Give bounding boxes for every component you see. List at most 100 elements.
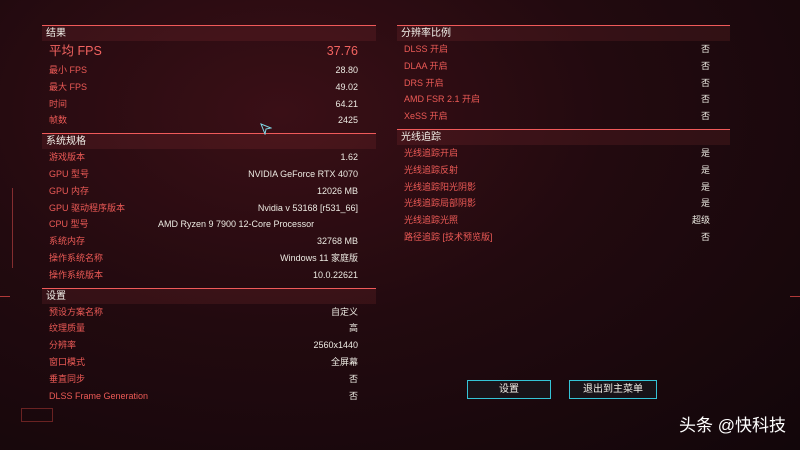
resolution-scaling-label: DLAA 开启 xyxy=(404,60,448,71)
resolution-scaling-label: XeSS 开启 xyxy=(404,111,448,122)
system-value: 32768 MB xyxy=(316,236,358,247)
resolution-scaling-value: 否 xyxy=(700,77,710,88)
settings-label: 分辨率 xyxy=(49,340,77,351)
resolution-scaling-row: AMD FSR 2.1 开启 否 xyxy=(397,91,730,108)
avg-fps-value: 37.76 xyxy=(326,44,358,58)
resolution-scaling-value: 否 xyxy=(700,44,710,54)
avg-fps-label: 平均 FPS xyxy=(49,44,102,58)
results-row: 最小 FPS 28.80 xyxy=(42,62,376,79)
settings-value: 自定义 xyxy=(330,306,358,317)
avg-fps-row: 平均 FPS 37.76 xyxy=(42,41,376,62)
settings-header: 设置 xyxy=(42,287,376,304)
resolution-scaling-value: 否 xyxy=(700,94,710,105)
ray-tracing-value: 否 xyxy=(700,231,710,242)
system-label: 操作系统版本 xyxy=(49,269,104,280)
ray-tracing-value: 是 xyxy=(700,164,710,175)
settings-row: 分辨率 2560x1440 xyxy=(42,337,376,354)
results-label: 最大 FPS xyxy=(49,81,88,92)
settings-value: 全屏幕 xyxy=(330,356,358,367)
resolution-scaling-value: 否 xyxy=(700,111,710,122)
ray-tracing-value: 是 xyxy=(700,198,710,209)
results-value: 2425 xyxy=(337,115,358,126)
system-row: 操作系统版本 10.0.22621 xyxy=(42,267,376,284)
system-label: CPU 型号 xyxy=(49,219,89,230)
system-list: 游戏版本 1.62 GPU 型号 NVIDIA GeForce RTX 4070 GPU… xyxy=(42,149,376,283)
results-row: 帧数 2425 xyxy=(42,112,376,129)
results-value: 49.02 xyxy=(335,81,358,92)
resolution-scaling-label: DRS 开启 xyxy=(404,77,444,88)
ray-tracing-label: 光线追踪局部阴影 xyxy=(404,198,477,209)
system-row: CPU 型号 AMD Ryzen 9 7900 12-Core Processor xyxy=(42,216,376,233)
system-row: 系统内存 32768 MB xyxy=(42,233,376,250)
results-value: 64.21 xyxy=(335,98,358,109)
resolution-scaling-row: DLSS 开启 否 xyxy=(397,41,730,58)
results-label: 帧数 xyxy=(49,115,68,126)
system-row: 游戏版本 1.62 xyxy=(42,149,376,166)
right-panel: 分辨率比例 DLSS 开启否 DLAA 开启否 DRS 开启否 AMD FSR 2.1… xyxy=(397,25,730,246)
settings-button[interactable]: 设置 xyxy=(467,380,551,399)
settings-label: DLSS Frame Generation xyxy=(49,390,149,401)
resolution-scaling-row: DRS 开启 否 xyxy=(397,75,730,92)
settings-row: 纹理质量 高 xyxy=(42,320,376,337)
resolution-scaling-label: DLSS 开启 xyxy=(404,44,449,54)
ray-tracing-row: 光线追踪开启 是 xyxy=(397,145,730,162)
corner-decoration xyxy=(21,408,53,422)
system-value: 1.62 xyxy=(340,152,358,163)
system-label: 系统内存 xyxy=(49,236,86,247)
watermark: 头条 @快科技 xyxy=(679,416,786,435)
system-value: 10.0.22621 xyxy=(312,269,358,280)
resolution-scaling-row: XeSS 开启 否 xyxy=(397,108,730,125)
settings-label: 预设方案名称 xyxy=(49,306,104,317)
resolution-scaling-row: DLAA 开启 否 xyxy=(397,58,730,75)
system-value: Windows 11 家庭版 xyxy=(280,252,358,263)
ray-tracing-list: 光线追踪开启是光线追踪反射是光线追踪阳光阴影是光线追踪局部阴影是光线追踪光照 超级… xyxy=(397,145,730,246)
ray-tracing-label: 光线追踪开启 xyxy=(404,147,459,158)
settings-value: 高 xyxy=(348,323,358,334)
system-value: AMD Ryzen 9 7900 12-Core Processor xyxy=(158,219,315,230)
ray-tracing-label: 光线追踪阳光阴影 xyxy=(404,181,477,192)
results-row: 时间 64.21 xyxy=(42,96,376,113)
system-value: 12026 MB xyxy=(316,185,358,196)
ray-tracing-header: 光线追踪 xyxy=(397,128,730,145)
resolution-scaling-header: 分辨率比例 xyxy=(397,25,730,41)
system-label: 游戏版本 xyxy=(49,152,86,163)
settings-value: 2560x1440 xyxy=(313,340,358,351)
mouse-cursor-icon xyxy=(260,123,272,135)
results-row: 最大 FPS 49.02 xyxy=(42,79,376,96)
system-label: GPU 内存 xyxy=(49,185,90,196)
system-row: GPU 驱动程序版本 Nvidia v 53168 [r531_66] xyxy=(42,200,376,217)
settings-label: 垂直同步 xyxy=(49,373,86,384)
ray-tracing-value: 是 xyxy=(700,181,710,192)
right-edge-dash xyxy=(790,296,800,297)
settings-label: 窗口模式 xyxy=(49,356,86,367)
exit-to-main-menu-button[interactable]: 退出到主菜单 xyxy=(569,380,657,399)
system-value: Nvidia v 53168 [r531_66] xyxy=(257,202,358,213)
ray-tracing-value: 超级 xyxy=(691,215,710,226)
left-edge-dash xyxy=(0,296,10,297)
resolution-scaling-value: 否 xyxy=(700,60,710,71)
settings-value: 否 xyxy=(348,390,358,401)
ray-tracing-label: 光线追踪光照 xyxy=(404,215,459,226)
settings-list: 预设方案名称 自定义 纹理质量高分辨率 2560x1440 窗口模式 全屏幕 垂直同步否 DL… xyxy=(42,304,376,405)
system-header: 系统规格 xyxy=(42,133,376,150)
ray-tracing-row: 光线追踪局部阴影 是 xyxy=(397,195,730,212)
ray-tracing-row: 路径追踪 [技术预览版] 否 xyxy=(397,229,730,246)
system-value: NVIDIA GeForce RTX 4070 xyxy=(248,168,358,179)
settings-row: 预设方案名称 自定义 xyxy=(42,304,376,321)
results-value: 28.80 xyxy=(335,65,358,75)
settings-row: DLSS Frame Generation 否 xyxy=(42,388,376,405)
ray-tracing-row: 光线追踪反射 是 xyxy=(397,162,730,179)
side-decoration xyxy=(12,188,19,268)
results-header: 结果 xyxy=(42,25,376,41)
results-label: 时间 xyxy=(49,98,68,109)
results-label: 最小 FPS xyxy=(49,65,88,75)
system-label: GPU 驱动程序版本 xyxy=(49,202,126,213)
settings-row: 垂直同步 否 xyxy=(42,371,376,388)
system-label: 操作系统名称 xyxy=(49,252,104,263)
system-row: GPU 型号 NVIDIA GeForce RTX 4070 xyxy=(42,166,376,183)
results-list: 最小 FPS 28.80 最大 FPS 49.02 时间 64.21 帧数 2425 xyxy=(42,62,376,129)
left-panel: 结果 平均 FPS 37.76 最小 FPS 28.80 最大 FPS 49.02 时间… xyxy=(42,25,376,404)
resolution-scaling-list: DLSS 开启否 DLAA 开启否 DRS 开启否 AMD FSR 2.1 开启否 Xe… xyxy=(397,41,730,125)
ray-tracing-label: 光线追踪反射 xyxy=(404,164,459,175)
settings-value: 否 xyxy=(348,373,358,384)
